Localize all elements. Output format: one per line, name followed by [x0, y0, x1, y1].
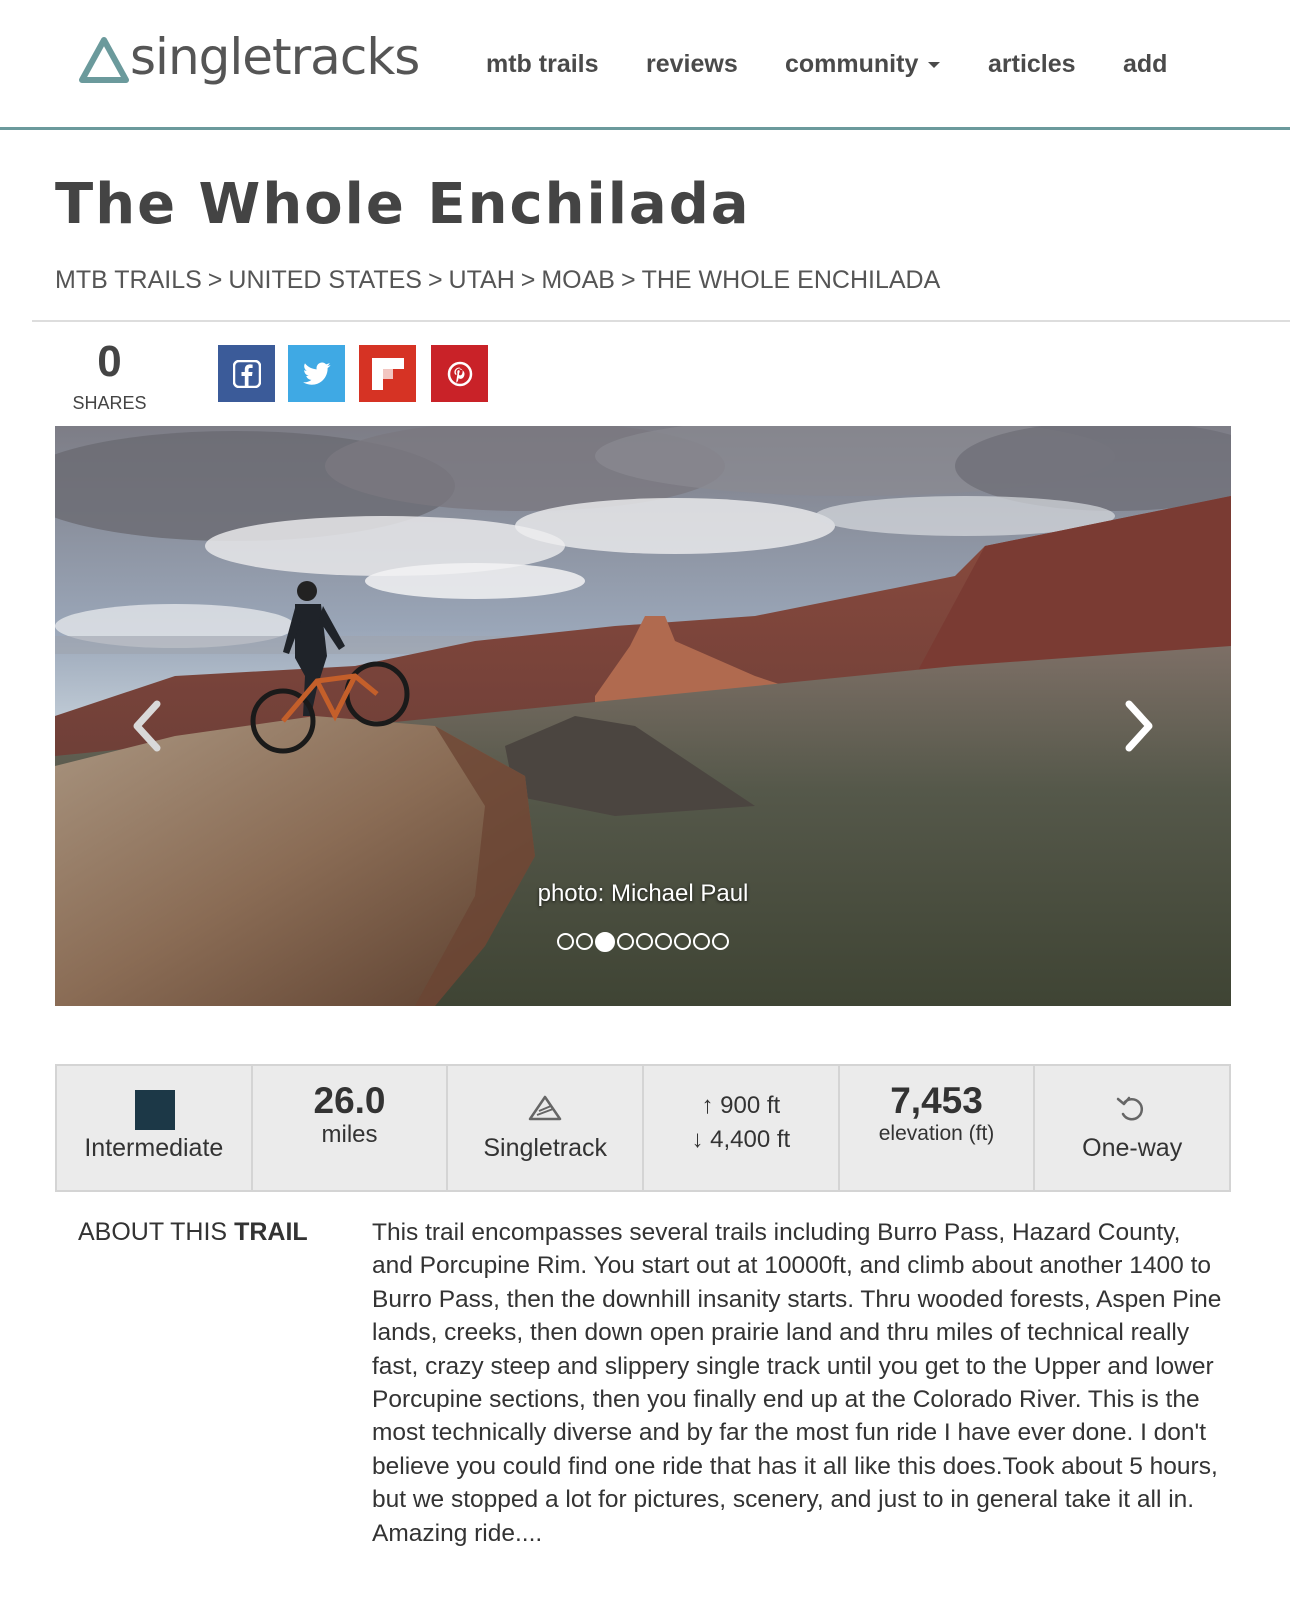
- facebook-icon: [232, 359, 261, 388]
- distance-value: 26.0: [313, 1080, 386, 1121]
- elevation-loss: ↓ 4,400 ft: [691, 1126, 791, 1153]
- slide-dot[interactable]: [674, 933, 691, 950]
- nav-item-community[interactable]: community: [785, 50, 941, 79]
- slide-dot[interactable]: [617, 933, 634, 950]
- stat-elevation-change: ↑ 900 ft ↓ 4,400 ft: [644, 1066, 840, 1190]
- trail-photo: [55, 426, 1231, 1006]
- page-title: The Whole Enchilada: [55, 172, 751, 237]
- stat-difficulty: Intermediate: [57, 1066, 253, 1190]
- nav-item-articles[interactable]: articles: [988, 50, 1076, 79]
- breadcrumb-separator: >: [520, 266, 536, 294]
- site-header: singletracks mtb trails reviews communit…: [0, 0, 1290, 130]
- slide-dot[interactable]: [693, 933, 710, 950]
- share-count: 0: [97, 337, 122, 386]
- elevation-unit: elevation (ft): [878, 1122, 995, 1145]
- flipboard-share-button[interactable]: [359, 345, 416, 402]
- elevation-gain: ↑ 900 ft: [701, 1092, 781, 1119]
- stat-distance: 26.0 miles: [253, 1066, 449, 1190]
- previous-slide-arrow-icon[interactable]: [127, 696, 167, 756]
- slide-dot[interactable]: [712, 933, 729, 950]
- pinterest-icon: [447, 361, 472, 386]
- difficulty-label: Intermediate: [84, 1134, 224, 1162]
- breadcrumb-item-moab[interactable]: MOAB: [541, 266, 615, 294]
- pinterest-share-button[interactable]: [431, 345, 488, 402]
- elevation-value: 7,453: [890, 1080, 983, 1121]
- breadcrumb-item-united-states[interactable]: UNITED STATES: [228, 266, 422, 294]
- distance-unit: miles: [321, 1121, 378, 1148]
- site-logo[interactable]: singletracks: [78, 28, 438, 108]
- breadcrumb-separator: >: [427, 266, 443, 294]
- direction-label: One-way: [1082, 1134, 1183, 1162]
- chevron-down-icon: [928, 62, 941, 69]
- photo-caption: photo: Michael Paul: [537, 880, 749, 907]
- stat-direction: One-way: [1035, 1066, 1229, 1190]
- stat-trail-type: Singletrack: [448, 1066, 645, 1190]
- divider: [32, 320, 1290, 322]
- share-counter: 0 SHARES: [62, 337, 157, 414]
- trail-description: This trail encompasses several trails in…: [372, 1219, 1222, 1547]
- nav-item-mtb-trails[interactable]: mtb trails: [486, 50, 599, 79]
- twitter-share-button[interactable]: [288, 345, 345, 402]
- photo-slideshow[interactable]: photo: Michael Paul: [55, 426, 1231, 1006]
- undo-arrow-icon: [1116, 1096, 1144, 1121]
- twitter-icon: [302, 361, 331, 385]
- nav-item-add[interactable]: add: [1123, 50, 1167, 79]
- slide-dot[interactable]: [576, 933, 593, 950]
- singletrack-icon: [528, 1095, 562, 1121]
- stat-elevation: 7,453 elevation (ft): [840, 1066, 1036, 1190]
- trail-type-label: Singletrack: [483, 1134, 608, 1162]
- slide-indicators: [55, 932, 1231, 952]
- slide-dot[interactable]: [636, 933, 653, 950]
- about-heading-bold: TRAIL: [234, 1218, 308, 1246]
- flipboard-icon: [371, 357, 404, 390]
- breadcrumb-item-current: THE WHOLE ENCHILADA: [641, 266, 941, 294]
- share-label: SHARES: [72, 393, 147, 413]
- nav-item-community-label: community: [785, 50, 919, 78]
- breadcrumb-item-mtb-trails[interactable]: MTB TRAILS: [55, 266, 202, 294]
- slide-dot[interactable]: [655, 933, 672, 950]
- next-slide-arrow-icon[interactable]: [1119, 696, 1159, 756]
- facebook-share-button[interactable]: [218, 345, 275, 402]
- about-heading-prefix: ABOUT THIS: [78, 1218, 235, 1246]
- slide-dot[interactable]: [557, 933, 574, 950]
- about-heading: ABOUT THIS TRAIL: [78, 1218, 308, 1247]
- breadcrumb-item-utah[interactable]: UTAH: [449, 266, 515, 294]
- difficulty-swatch-icon: [135, 1090, 175, 1130]
- breadcrumb-separator: >: [620, 266, 636, 294]
- nav-item-reviews[interactable]: reviews: [646, 50, 738, 79]
- breadcrumb: MTB TRAILS > UNITED STATES > UTAH > MOAB > THE W…: [55, 266, 940, 295]
- logo-triangle-icon: [79, 37, 129, 83]
- breadcrumb-separator: >: [207, 266, 223, 294]
- logo-text: singletracks: [130, 28, 420, 86]
- trail-stats-bar: Intermediate 26.0 miles Singletrack ↑ 90…: [55, 1064, 1231, 1192]
- slide-dot[interactable]: [595, 932, 615, 952]
